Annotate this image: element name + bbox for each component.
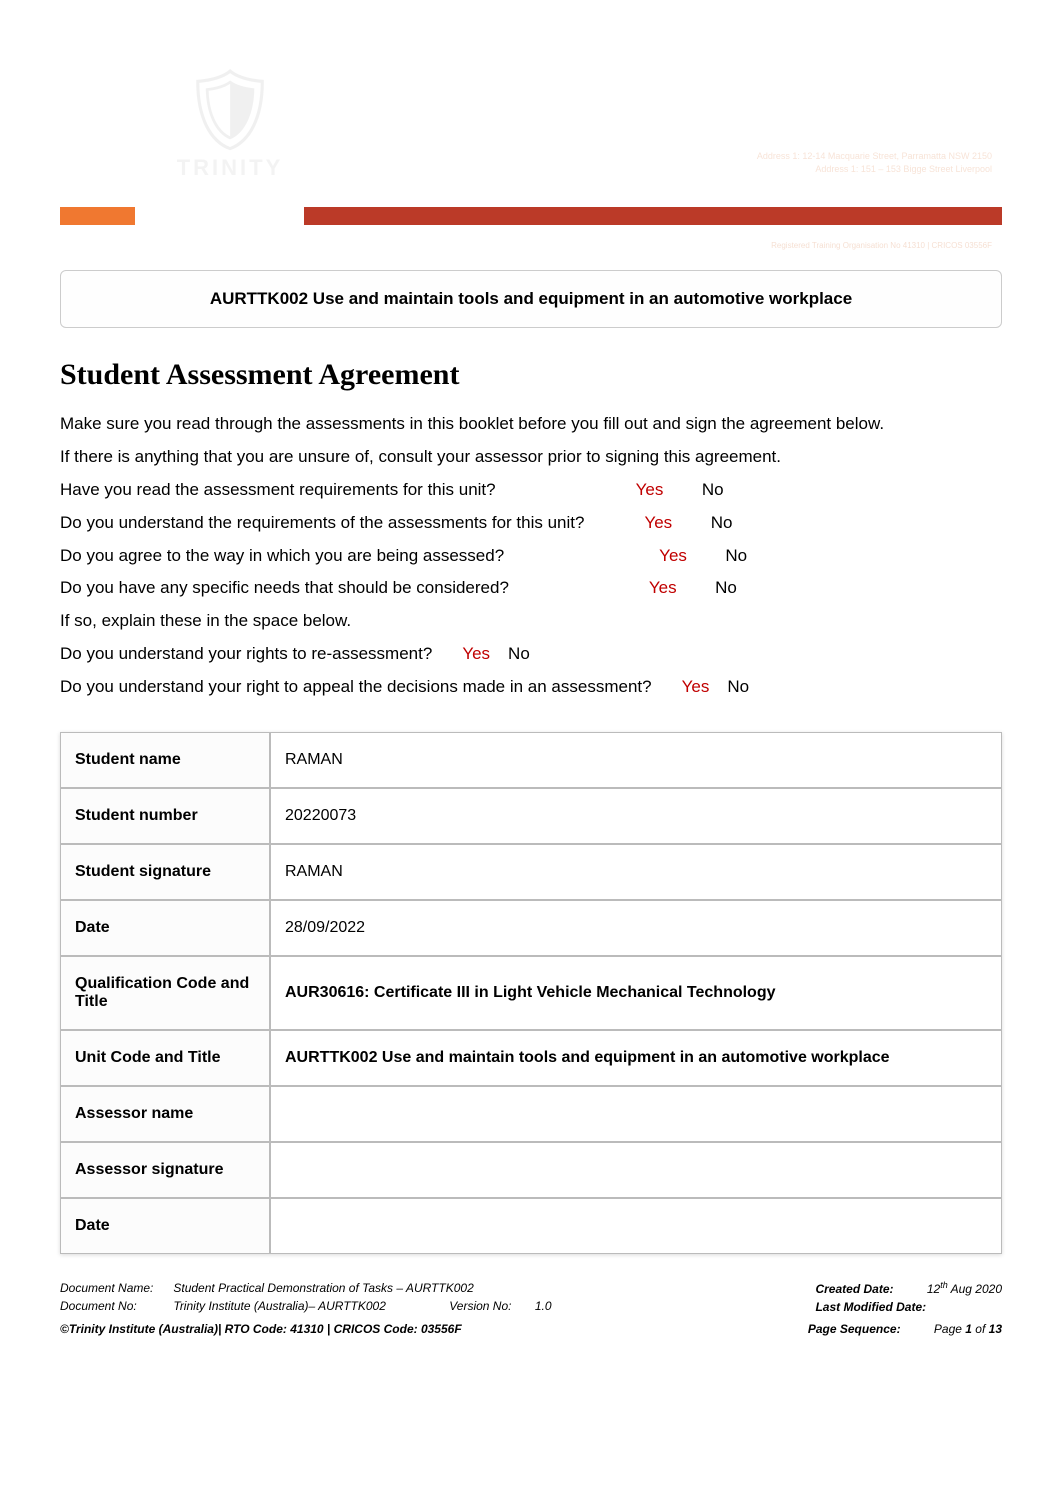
value-cell: 28/09/2022	[270, 900, 1002, 956]
value-cell	[270, 1198, 1002, 1254]
address-block: Address 1: 12-14 Macquarie Street, Parra…	[757, 150, 992, 175]
question-text: Do you have any specific needs that shou…	[60, 574, 509, 603]
label-cell: Assessor name	[60, 1086, 270, 1142]
value-cell: AUR30616: Certificate III in Light Vehic…	[270, 956, 1002, 1030]
value-cell	[270, 1142, 1002, 1198]
accent-bar-long	[304, 207, 1002, 225]
footer-label: Last Modified Date:	[815, 1300, 926, 1314]
footer-value: Trinity Institute (Australia)– AURTTK002	[173, 1299, 386, 1313]
value-cell: RAMAN	[270, 844, 1002, 900]
answer-yes[interactable]: Yes	[659, 542, 687, 571]
table-row: Assessor name	[60, 1086, 1002, 1142]
value-cell: AURTTK002 Use and maintain tools and equ…	[270, 1030, 1002, 1086]
student-info-table: Student name RAMAN Student number 202200…	[60, 732, 1002, 1254]
address-line: Address 1: 151 – 153 Bigge Street Liverp…	[757, 163, 992, 176]
footer-label: Document Name:	[60, 1279, 153, 1297]
page-total: 13	[989, 1322, 1002, 1336]
label-cell: Qualification Code and Title	[60, 956, 270, 1030]
question-text: Do you understand your rights to re-asse…	[60, 640, 432, 669]
accent-spacer	[137, 207, 302, 225]
answer-yes[interactable]: Yes	[682, 673, 710, 702]
answer-yes[interactable]: Yes	[636, 476, 664, 505]
answer-yes[interactable]: Yes	[462, 640, 490, 669]
table-row: Unit Code and Title AURTTK002 Use and ma…	[60, 1030, 1002, 1086]
question-row: Have you read the assessment requirement…	[60, 476, 1002, 505]
footer-label: Page Sequence:	[808, 1322, 901, 1336]
answer-no[interactable]: No	[707, 574, 737, 603]
document-footer: Document Name: Document No: Student Prac…	[60, 1279, 1002, 1338]
table-row: Qualification Code and Title AUR30616: C…	[60, 956, 1002, 1030]
answer-no[interactable]: No	[508, 640, 530, 669]
footer-value: Student Practical Demonstration of Tasks…	[173, 1279, 551, 1297]
question-row: Do you understand the requirements of th…	[60, 509, 1002, 538]
table-row: Student signature RAMAN	[60, 844, 1002, 900]
label-cell: Student signature	[60, 844, 270, 900]
document-title: AURTTK002 Use and maintain tools and equ…	[210, 289, 852, 308]
page-number: 1	[965, 1322, 972, 1336]
intro-paragraph: Make sure you read through the assessmen…	[60, 410, 1002, 439]
section-heading: Student Assessment Agreement	[60, 358, 1002, 392]
table-row: Assessor signature	[60, 1142, 1002, 1198]
label-cell: Student number	[60, 788, 270, 844]
footer-label: Document No:	[60, 1297, 153, 1315]
document-header: 🛡 TRINITY Address 1: 12-14 Macquarie Str…	[60, 40, 1002, 240]
logo: 🛡 TRINITY	[140, 70, 320, 210]
value-cell: 20220073	[270, 788, 1002, 844]
question-row: Do you have any specific needs that shou…	[60, 574, 1002, 603]
question-text: Do you agree to the way in which you are…	[60, 542, 504, 571]
label-cell: Date	[60, 900, 270, 956]
footer-copyright: ©Trinity Institute (Australia)| RTO Code…	[60, 1320, 462, 1338]
shield-logo-icon: 🛡	[140, 70, 320, 150]
label-cell: Assessor signature	[60, 1142, 270, 1198]
intro-paragraph: If there is anything that you are unsure…	[60, 443, 1002, 472]
label-cell: Student name	[60, 732, 270, 788]
table-row: Student name RAMAN	[60, 732, 1002, 788]
logo-text: TRINITY	[140, 155, 320, 181]
address-line: Address 1: 12-14 Macquarie Street, Parra…	[757, 150, 992, 163]
footer-label: Created Date:	[815, 1282, 893, 1296]
rto-info: Registered Training Organisation No 4131…	[771, 241, 992, 250]
answer-no[interactable]: No	[727, 673, 749, 702]
question-text: Have you read the assessment requirement…	[60, 476, 496, 505]
label-cell: Unit Code and Title	[60, 1030, 270, 1086]
question-row: Do you agree to the way in which you are…	[60, 542, 1002, 571]
footer-value: th	[940, 1280, 948, 1290]
header-divider-bar	[60, 207, 1002, 225]
document-title-box: AURTTK002 Use and maintain tools and equ…	[60, 270, 1002, 328]
value-cell: RAMAN	[270, 732, 1002, 788]
table-row: Date	[60, 1198, 1002, 1254]
footer-label: Version No:	[449, 1299, 511, 1313]
question-row: Do you understand your right to appeal t…	[60, 673, 1002, 702]
question-text: Do you understand your right to appeal t…	[60, 673, 652, 702]
answer-no[interactable]: No	[693, 476, 723, 505]
question-text: Do you understand the requirements of th…	[60, 509, 584, 538]
table-row: Student number 20220073	[60, 788, 1002, 844]
footer-value: 12	[927, 1282, 940, 1296]
answer-no[interactable]: No	[702, 509, 732, 538]
label-cell: Date	[60, 1198, 270, 1254]
value-cell	[270, 1086, 1002, 1142]
footer-value: of	[972, 1322, 989, 1336]
answer-yes[interactable]: Yes	[644, 509, 672, 538]
footer-value: Aug 2020	[948, 1282, 1002, 1296]
answer-yes[interactable]: Yes	[649, 574, 677, 603]
question-text: If so, explain these in the space below.	[60, 607, 1002, 636]
answer-no[interactable]: No	[717, 542, 747, 571]
footer-value: 1.0	[535, 1299, 552, 1313]
accent-bar-short	[60, 207, 135, 225]
footer-value: Page	[934, 1322, 965, 1336]
question-row: Do you understand your rights to re-asse…	[60, 640, 1002, 669]
table-row: Date 28/09/2022	[60, 900, 1002, 956]
